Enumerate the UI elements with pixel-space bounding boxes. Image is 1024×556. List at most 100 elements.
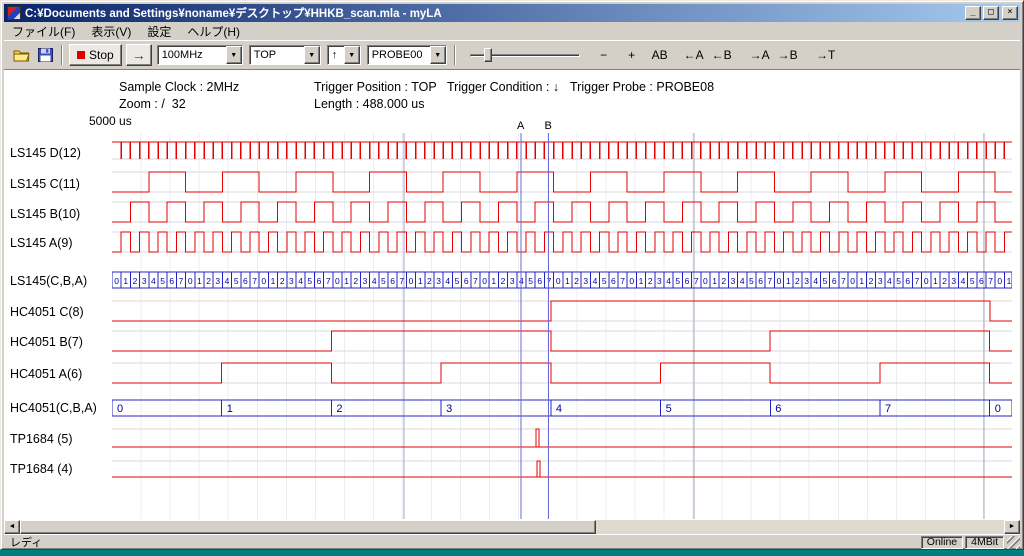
zoom-slider[interactable] bbox=[470, 45, 580, 65]
svg-text:0: 0 bbox=[997, 276, 1002, 286]
svg-text:5: 5 bbox=[234, 276, 239, 286]
svg-text:5: 5 bbox=[675, 276, 680, 286]
zoom-out-button[interactable]: − bbox=[592, 45, 616, 65]
svg-text:3: 3 bbox=[363, 276, 368, 286]
minimize-button[interactable]: _ bbox=[965, 6, 981, 20]
svg-text:4: 4 bbox=[519, 276, 524, 286]
svg-text:0: 0 bbox=[482, 276, 487, 286]
menu-help[interactable]: ヘルプ(H) bbox=[179, 22, 248, 41]
svg-text:1: 1 bbox=[859, 276, 864, 286]
svg-text:5: 5 bbox=[455, 276, 460, 286]
trigger-condition-info: Trigger Condition : ↓ bbox=[447, 80, 559, 94]
chevron-down-icon[interactable]: ▼ bbox=[226, 46, 242, 64]
svg-text:1: 1 bbox=[123, 276, 128, 286]
menu-view[interactable]: 表示(V) bbox=[83, 22, 139, 41]
save-icon[interactable] bbox=[36, 47, 54, 63]
goto-cursor-a-button[interactable]: ←A bbox=[682, 45, 706, 65]
zoom-in-button[interactable]: + bbox=[620, 45, 644, 65]
horizontal-scrollbar[interactable]: ◄ ► bbox=[4, 520, 1020, 534]
svg-text:4: 4 bbox=[372, 276, 377, 286]
goto-trigger-button[interactable]: →T bbox=[814, 45, 838, 65]
scrollbar-track[interactable] bbox=[596, 520, 1004, 534]
scrollbar-thumb[interactable] bbox=[20, 520, 596, 534]
svg-text:3: 3 bbox=[878, 276, 883, 286]
title-bar[interactable]: C:¥Documents and Settings¥noname¥デスクトップ¥… bbox=[4, 4, 1020, 22]
svg-text:7: 7 bbox=[179, 276, 184, 286]
svg-text:7: 7 bbox=[547, 276, 552, 286]
svg-text:2: 2 bbox=[795, 276, 800, 286]
channel-label: LS145 A(9) bbox=[10, 235, 73, 251]
open-file-icon[interactable] bbox=[12, 47, 30, 63]
time-scale-label: 5000 us bbox=[89, 114, 132, 128]
close-button[interactable]: × bbox=[1002, 6, 1018, 20]
chevron-down-icon[interactable]: ▼ bbox=[344, 46, 360, 64]
svg-text:2: 2 bbox=[721, 276, 726, 286]
svg-text:6: 6 bbox=[775, 403, 781, 415]
stop-icon bbox=[77, 51, 85, 59]
menu-settings[interactable]: 設定 bbox=[139, 22, 179, 41]
svg-text:0: 0 bbox=[995, 403, 1001, 415]
slider-handle[interactable] bbox=[484, 48, 492, 62]
run-arrow-icon: → bbox=[132, 47, 146, 63]
run-button[interactable]: → bbox=[126, 44, 152, 66]
svg-text:7: 7 bbox=[988, 276, 993, 286]
maximize-button[interactable]: □ bbox=[983, 6, 999, 20]
menu-file[interactable]: ファイル(F) bbox=[4, 22, 83, 41]
memory-status-badge: 4MBit bbox=[965, 536, 1004, 549]
svg-text:5: 5 bbox=[160, 276, 165, 286]
goto-cursor-b-button[interactable]: ←B bbox=[710, 45, 734, 65]
channel-label: LS145 D(12) bbox=[10, 145, 81, 161]
svg-text:6: 6 bbox=[832, 276, 837, 286]
channel-label: HC4051 B(7) bbox=[10, 334, 83, 350]
channel-label: LS145 C(11) bbox=[10, 176, 80, 192]
set-cursor-a-button[interactable]: →A bbox=[748, 45, 772, 65]
svg-text:3: 3 bbox=[804, 276, 809, 286]
svg-text:4: 4 bbox=[225, 276, 230, 286]
svg-text:3: 3 bbox=[215, 276, 220, 286]
svg-text:6: 6 bbox=[243, 276, 248, 286]
sample-clock-select[interactable]: 100MHz ▼ bbox=[157, 45, 243, 65]
svg-text:3: 3 bbox=[142, 276, 147, 286]
svg-text:2: 2 bbox=[869, 276, 874, 286]
svg-text:7: 7 bbox=[620, 276, 625, 286]
svg-text:1: 1 bbox=[1007, 276, 1012, 286]
svg-text:5: 5 bbox=[749, 276, 754, 286]
trigger-position-info: Trigger Position : TOP bbox=[314, 80, 437, 94]
set-cursor-b-button[interactable]: →B bbox=[776, 45, 800, 65]
svg-text:0: 0 bbox=[114, 276, 119, 286]
length-info: Length : 488.000 us bbox=[314, 97, 425, 111]
svg-text:1: 1 bbox=[491, 276, 496, 286]
svg-text:2: 2 bbox=[353, 276, 358, 286]
channel-label: LS145 B(10) bbox=[10, 206, 80, 222]
toolbar-separator bbox=[454, 45, 456, 65]
svg-text:4: 4 bbox=[151, 276, 156, 286]
svg-text:5: 5 bbox=[823, 276, 828, 286]
resize-grip[interactable] bbox=[1007, 536, 1020, 549]
svg-text:0: 0 bbox=[335, 276, 340, 286]
trigger-edge-select[interactable]: ↑ ▼ bbox=[327, 45, 361, 65]
svg-text:6: 6 bbox=[317, 276, 322, 286]
cursor-b-label[interactable]: B bbox=[545, 120, 552, 132]
scroll-left-icon[interactable]: ◄ bbox=[4, 520, 20, 534]
channel-label: LS145(C,B,A) bbox=[10, 273, 87, 289]
svg-text:3: 3 bbox=[583, 276, 588, 286]
chevron-down-icon[interactable]: ▼ bbox=[430, 46, 446, 64]
status-bar: レディ Online 4MBit bbox=[4, 534, 1020, 549]
svg-text:2: 2 bbox=[574, 276, 579, 286]
svg-text:0: 0 bbox=[117, 403, 123, 415]
chevron-down-icon[interactable]: ▼ bbox=[304, 46, 320, 64]
trigger-edge-value: ↑ bbox=[328, 46, 344, 64]
trigger-position-select[interactable]: TOP ▼ bbox=[249, 45, 321, 65]
svg-text:2: 2 bbox=[942, 276, 947, 286]
svg-text:2: 2 bbox=[206, 276, 211, 286]
scroll-right-icon[interactable]: ► bbox=[1004, 520, 1020, 534]
svg-text:0: 0 bbox=[261, 276, 266, 286]
svg-text:1: 1 bbox=[933, 276, 938, 286]
svg-text:0: 0 bbox=[850, 276, 855, 286]
waveform-plot: 0123456701234567012345670123456701234567… bbox=[112, 133, 1012, 519]
trigger-probe-select[interactable]: PROBE00 ▼ bbox=[367, 45, 447, 65]
stop-button[interactable]: Stop bbox=[69, 44, 122, 66]
svg-text:6: 6 bbox=[758, 276, 763, 286]
cursor-a-label[interactable]: A bbox=[517, 120, 524, 132]
ab-button[interactable]: AB bbox=[648, 45, 672, 65]
